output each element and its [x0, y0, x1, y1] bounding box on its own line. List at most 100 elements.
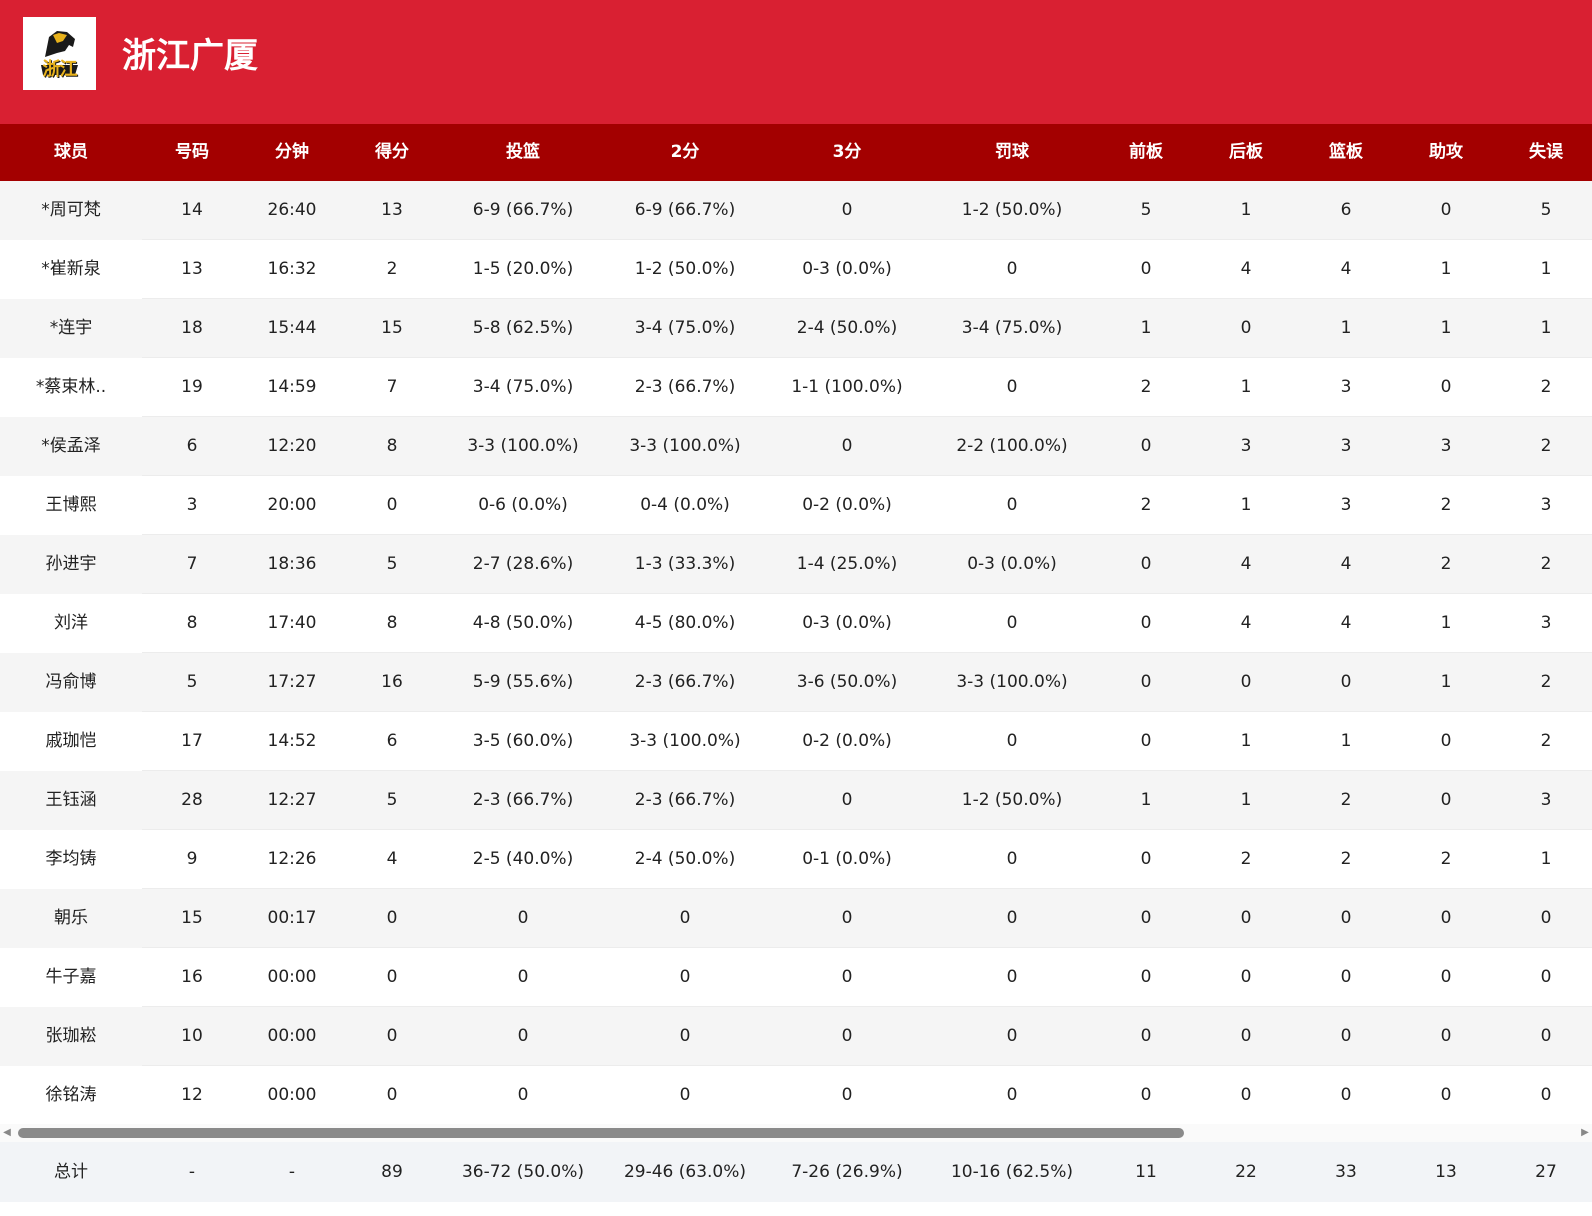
player-minutes: 12:26	[267, 849, 317, 869]
column-header-ast[interactable]: 助攻	[1396, 124, 1496, 181]
player-minutes: 00:17	[267, 908, 317, 928]
column-header-dreb[interactable]: 后板	[1196, 124, 1296, 181]
scroll-right-arrow-icon[interactable]: ▶	[1578, 1124, 1592, 1142]
player-reb: 0	[1340, 1026, 1352, 1046]
player-name: 王博熙	[45, 495, 97, 515]
player-ast: 2	[1440, 849, 1452, 869]
player-fg: 0-6 (0.0%)	[478, 495, 568, 515]
table-row[interactable]: 冯俞博 5 17:27 16 5-9 (55.6%) 2-3 (66.7%) 3-6 (50…	[0, 653, 1592, 712]
player-minutes: 16:32	[267, 259, 317, 279]
player-ft: 0	[1006, 259, 1018, 279]
player-dreb: 1	[1240, 377, 1252, 397]
player-oreb: 2	[1140, 495, 1152, 515]
player-3pt: 1-4 (25.0%)	[796, 554, 898, 574]
table-row[interactable]: 王钰涵 28 12:27 5 2-3 (66.7%) 2-3 (66.7%) 0 1-2 (5…	[0, 771, 1592, 830]
column-header-number[interactable]: 号码	[142, 124, 242, 181]
table-row[interactable]: *崔新泉 13 16:32 2 1-5 (20.0%) 1-2 (50.0%) 0-3 (0…	[0, 240, 1592, 299]
player-tov: 2	[1540, 436, 1552, 456]
column-header-tov[interactable]: 失误	[1496, 124, 1592, 181]
table-row[interactable]: 牛子嘉 16 00:00 0 0 0 0 0 0 0 0 0 0	[0, 948, 1592, 1007]
column-header-reb[interactable]: 篮板	[1296, 124, 1396, 181]
player-ft: 0	[1006, 1026, 1018, 1046]
player-ast: 2	[1440, 495, 1452, 515]
player-name: *周可梵	[41, 200, 101, 220]
player-fg: 5-8 (62.5%)	[472, 318, 574, 338]
player-reb: 6	[1340, 200, 1352, 220]
player-dreb: 4	[1240, 259, 1252, 279]
player-number: 28	[181, 790, 203, 810]
player-2pt: 0	[679, 908, 691, 928]
player-dreb: 4	[1240, 554, 1252, 574]
player-tov: 1	[1540, 849, 1552, 869]
scroll-left-arrow-icon[interactable]: ◀	[0, 1124, 14, 1142]
column-header-minutes[interactable]: 分钟	[242, 124, 342, 181]
logo-text: 浙江	[42, 59, 78, 80]
player-oreb: 0	[1140, 613, 1152, 633]
player-oreb: 0	[1140, 849, 1152, 869]
player-oreb: 0	[1140, 672, 1152, 692]
player-dreb: 0	[1240, 1026, 1252, 1046]
player-number: 18	[181, 318, 203, 338]
scrollbar-thumb[interactable]	[18, 1128, 1184, 1138]
player-ft: 0-3 (0.0%)	[967, 554, 1057, 574]
player-ft: 0	[1006, 849, 1018, 869]
player-name: 孙进宇	[45, 554, 97, 574]
player-fg: 0	[517, 1085, 529, 1105]
player-points: 0	[386, 1085, 398, 1105]
table-row[interactable]: 刘洋 8 17:40 8 4-8 (50.0%) 4-5 (80.0%) 0-3 (0.0%…	[0, 594, 1592, 653]
table-row[interactable]: 张珈崧 10 00:00 0 0 0 0 0 0 0 0 0 0	[0, 1007, 1592, 1066]
totals-minutes: -	[288, 1162, 296, 1182]
table-row[interactable]: *侯孟泽 6 12:20 8 3-3 (100.0%) 3-3 (100.0%) 0 2-2 …	[0, 417, 1592, 476]
table-row[interactable]: 徐铭涛 12 00:00 0 0 0 0 0 0 0 0 0 0	[0, 1066, 1592, 1125]
column-header-3pt[interactable]: 3分	[766, 124, 928, 181]
player-tov: 2	[1540, 672, 1552, 692]
player-tov: 2	[1540, 554, 1552, 574]
player-2pt: 1-2 (50.0%)	[634, 259, 736, 279]
player-oreb: 0	[1140, 1085, 1152, 1105]
totals-fg: 36-72 (50.0%)	[461, 1162, 585, 1182]
table-row[interactable]: 孙进宇 7 18:36 5 2-7 (28.6%) 1-3 (33.3%) 1-4 (25.…	[0, 535, 1592, 594]
player-points: 0	[386, 908, 398, 928]
table-row[interactable]: *蔡束林.. 19 14:59 7 3-4 (75.0%) 2-3 (66.7%) 1-1 …	[0, 358, 1592, 417]
table-row[interactable]: *周可梵 14 26:40 13 6-9 (66.7%) 6-9 (66.7%) 0 1-2 …	[0, 181, 1592, 240]
player-2pt: 2-3 (66.7%)	[634, 790, 736, 810]
player-3pt: 0-2 (0.0%)	[802, 495, 892, 515]
player-fg: 2-5 (40.0%)	[472, 849, 574, 869]
player-dreb: 0	[1240, 1085, 1252, 1105]
column-header-oreb[interactable]: 前板	[1096, 124, 1196, 181]
player-name: 朝乐	[54, 908, 88, 928]
column-header-2pt[interactable]: 2分	[604, 124, 766, 181]
totals-reb: 33	[1335, 1162, 1357, 1182]
column-header-fg[interactable]: 投篮	[442, 124, 604, 181]
table-row[interactable]: *连宇 18 15:44 15 5-8 (62.5%) 3-4 (75.0%) 2-4 (5…	[0, 299, 1592, 358]
column-header-ft[interactable]: 罚球	[928, 124, 1096, 181]
player-oreb: 0	[1140, 731, 1152, 751]
player-number: 7	[186, 554, 198, 574]
table-row[interactable]: 王博熙 3 20:00 0 0-6 (0.0%) 0-4 (0.0%) 0-2 (0.0%)…	[0, 476, 1592, 535]
table-row[interactable]: 朝乐 15 00:17 0 0 0 0 0 0 0 0 0 0	[0, 889, 1592, 948]
player-fg: 4-8 (50.0%)	[472, 613, 574, 633]
player-tov: 2	[1540, 731, 1552, 751]
column-header-player[interactable]: 球员	[0, 124, 142, 181]
player-ast: 3	[1440, 436, 1452, 456]
player-tov: 3	[1540, 790, 1552, 810]
table-row[interactable]: 戚珈恺 17 14:52 6 3-5 (60.0%) 3-3 (100.0%) 0-2 (0…	[0, 712, 1592, 771]
table-row[interactable]: 李均铸 9 12:26 4 2-5 (40.0%) 2-4 (50.0%) 0-1 (0.0…	[0, 830, 1592, 889]
player-ast: 0	[1440, 908, 1452, 928]
player-minutes: 12:27	[267, 790, 317, 810]
player-oreb: 1	[1140, 790, 1152, 810]
player-name: *崔新泉	[41, 259, 101, 279]
player-fg: 3-3 (100.0%)	[467, 436, 579, 456]
player-2pt: 3-3 (100.0%)	[629, 436, 741, 456]
player-points: 6	[386, 731, 398, 751]
player-number: 5	[186, 672, 198, 692]
player-name: 戚珈恺	[45, 731, 97, 751]
player-3pt: 1-1 (100.0%)	[791, 377, 903, 397]
player-dreb: 0	[1240, 967, 1252, 987]
column-header-points[interactable]: 得分	[342, 124, 442, 181]
horizontal-scrollbar[interactable]: ◀ ▶	[0, 1124, 1592, 1142]
player-name: 冯俞博	[45, 672, 97, 692]
table-header: 球员 号码 分钟 得分 投篮 2分 3分 罚球 前板 后板 篮板 助攻 失误	[0, 124, 1592, 181]
player-ft: 0	[1006, 731, 1018, 751]
player-number: 19	[181, 377, 203, 397]
